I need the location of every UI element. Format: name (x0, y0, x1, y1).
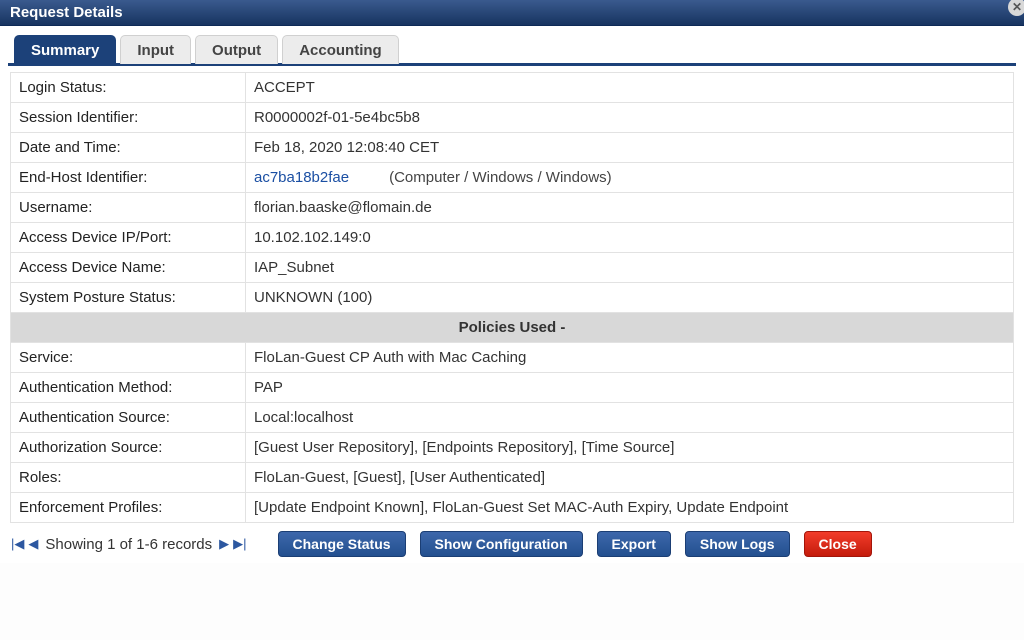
tab-label: Output (212, 42, 261, 59)
policies-header: Policies Used - (11, 313, 1014, 343)
summary-label: Access Device Name: (11, 253, 246, 283)
summary-label: Session Identifier: (11, 103, 246, 133)
pager-prev-icon[interactable]: ◀ (27, 536, 39, 552)
tabstrip: Summary Input Output Accounting (8, 34, 1016, 66)
close-icon[interactable]: ✕ (1008, 0, 1024, 16)
summary-label: Access Device IP/Port: (11, 223, 246, 253)
summary-value: ACCEPT (246, 73, 1014, 103)
summary-value: R0000002f-01-5e4bc5b8 (246, 103, 1014, 133)
tab-accounting[interactable]: Accounting (282, 35, 399, 64)
end-host-link[interactable]: ac7ba18b2fae (254, 169, 349, 186)
policy-label: Roles: (11, 463, 246, 493)
policy-value: FloLan-Guest CP Auth with Mac Caching (246, 343, 1014, 373)
policy-label: Enforcement Profiles: (11, 493, 246, 523)
policy-label: Authentication Source: (11, 403, 246, 433)
summary-row: Session Identifier:R0000002f-01-5e4bc5b8 (11, 103, 1014, 133)
policy-row: Roles:FloLan-Guest, [Guest], [User Authe… (11, 463, 1014, 493)
content-area: Login Status:ACCEPTSession Identifier:R0… (0, 72, 1024, 527)
dialog-titlebar: Request Details ✕ (0, 0, 1024, 26)
summary-label: System Posture Status: (11, 283, 246, 313)
summary-value: ac7ba18b2fae (Computer / Windows / Window… (246, 163, 1014, 193)
change-status-button[interactable]: Change Status (278, 531, 406, 557)
pager-last-icon[interactable]: ▶| (232, 536, 247, 552)
summary-row: Username:florian.baaske@flomain.de (11, 193, 1014, 223)
pager: |◀ ◀ Showing 1 of 1-6 records ▶ ▶| (10, 536, 248, 553)
policy-label: Service: (11, 343, 246, 373)
details-table: Login Status:ACCEPTSession Identifier:R0… (10, 72, 1014, 523)
request-details-dialog: Request Details ✕ Summary Input Output A… (0, 0, 1024, 563)
policy-row: Service:FloLan-Guest CP Auth with Mac Ca… (11, 343, 1014, 373)
summary-row: Access Device IP/Port:10.102.102.149:0 (11, 223, 1014, 253)
policies-header-row: Policies Used - (11, 313, 1014, 343)
summary-label: Login Status: (11, 73, 246, 103)
summary-label: Date and Time: (11, 133, 246, 163)
show-configuration-button[interactable]: Show Configuration (420, 531, 583, 557)
dialog-footer: |◀ ◀ Showing 1 of 1-6 records ▶ ▶| Chang… (0, 527, 1024, 563)
summary-row: Login Status:ACCEPT (11, 73, 1014, 103)
tab-summary[interactable]: Summary (14, 35, 116, 64)
show-logs-button[interactable]: Show Logs (685, 531, 790, 557)
policy-label: Authentication Method: (11, 373, 246, 403)
policy-value: PAP (246, 373, 1014, 403)
tabstrip-wrap: Summary Input Output Accounting (0, 26, 1024, 66)
pager-text: Showing 1 of 1-6 records (41, 536, 216, 553)
tab-input[interactable]: Input (120, 35, 191, 64)
summary-value: florian.baaske@flomain.de (246, 193, 1014, 223)
end-host-note: (Computer / Windows / Windows) (389, 169, 612, 186)
policy-row: Enforcement Profiles:[Update Endpoint Kn… (11, 493, 1014, 523)
policy-label: Authorization Source: (11, 433, 246, 463)
policy-value: [Update Endpoint Known], FloLan-Guest Se… (246, 493, 1014, 523)
summary-row: Access Device Name:IAP_Subnet (11, 253, 1014, 283)
summary-row: System Posture Status:UNKNOWN (100) (11, 283, 1014, 313)
pager-first-icon[interactable]: |◀ (10, 536, 25, 552)
summary-row: End-Host Identifier: ac7ba18b2fae (Compute… (11, 163, 1014, 193)
tab-label: Summary (31, 42, 99, 59)
pager-next-icon[interactable]: ▶ (218, 536, 230, 552)
summary-row: Date and Time:Feb 18, 2020 12:08:40 CET (11, 133, 1014, 163)
dialog-title: Request Details (10, 4, 123, 21)
summary-value: UNKNOWN (100) (246, 283, 1014, 313)
tab-label: Input (137, 42, 174, 59)
export-button[interactable]: Export (597, 531, 671, 557)
tab-label: Accounting (299, 42, 382, 59)
tab-output[interactable]: Output (195, 35, 278, 64)
policy-row: Authorization Source:[Guest User Reposit… (11, 433, 1014, 463)
footer-buttons: Change Status Show Configuration Export … (278, 531, 872, 557)
summary-value: 10.102.102.149:0 (246, 223, 1014, 253)
summary-label: Username: (11, 193, 246, 223)
summary-label: End-Host Identifier: (11, 163, 246, 193)
policy-row: Authentication Method:PAP (11, 373, 1014, 403)
policy-row: Authentication Source:Local:localhost (11, 403, 1014, 433)
summary-value: Feb 18, 2020 12:08:40 CET (246, 133, 1014, 163)
policy-value: FloLan-Guest, [Guest], [User Authenticat… (246, 463, 1014, 493)
summary-value: IAP_Subnet (246, 253, 1014, 283)
policy-value: Local:localhost (246, 403, 1014, 433)
policy-value: [Guest User Repository], [Endpoints Repo… (246, 433, 1014, 463)
close-button[interactable]: Close (804, 531, 872, 557)
